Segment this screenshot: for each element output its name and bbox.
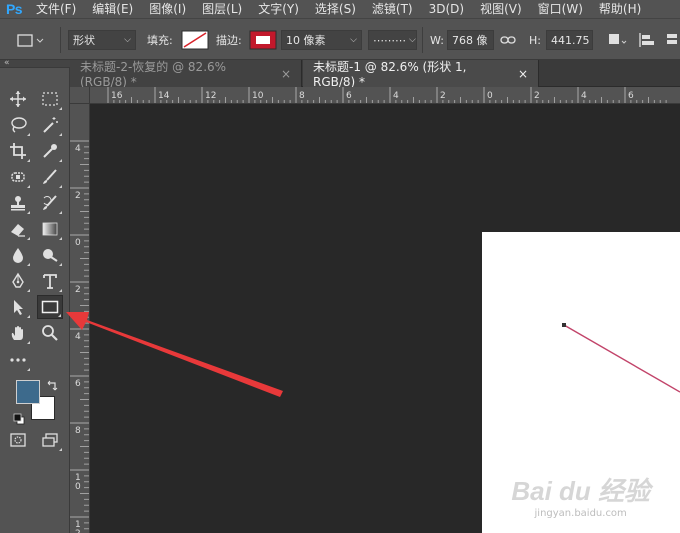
annotation-arrow bbox=[66, 312, 283, 397]
photoshop-window: Ps 文件(F) 编辑(E) 图像(I) 图层(L) 文字(Y) 选择(S) 滤… bbox=[0, 0, 680, 533]
